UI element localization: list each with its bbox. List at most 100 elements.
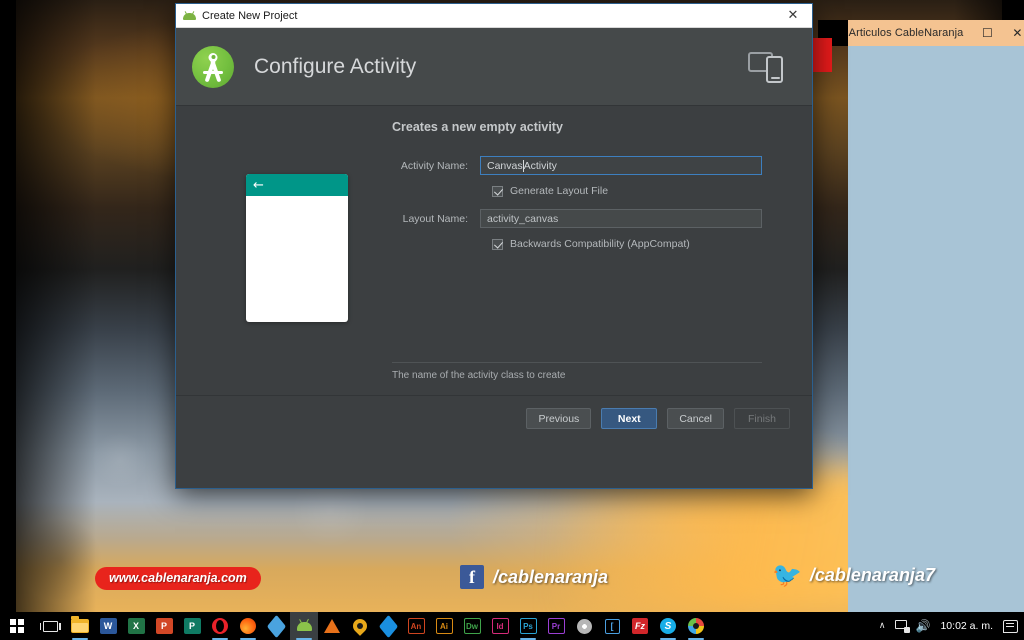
notepad-app-icon-glyph: [ [604, 618, 620, 634]
adobe-premiere-icon-glyph: Pr [547, 618, 565, 634]
dropbox-icon[interactable] [374, 612, 402, 640]
android-studio-logo [192, 45, 234, 88]
backwards-compatibility-row[interactable]: Backwards Compatibility (AppCompat) [492, 238, 762, 250]
twitter-bird-icon: 🐦 [772, 561, 802, 589]
background-window-title: Articulos CableNaranja [848, 27, 964, 39]
activity-name-value-after-caret: Activity [523, 159, 557, 172]
activity-name-input[interactable]: Canvas Activity [480, 156, 762, 175]
generate-layout-checkbox[interactable] [492, 185, 503, 197]
volume-icon[interactable]: 🔊 [916, 619, 931, 633]
desktop-screen: Articulos CableNaranja ☐ ✕ Create New Pr… [0, 0, 1024, 640]
taskbar: W X P P An Ai Dw Id Ps Pr[Fz S ∧ 🔊 10:02 a. m. [0, 612, 1024, 640]
form-heading: Creates a new empty activity [392, 120, 563, 134]
twitter-handle: /cablenaranja7 [809, 564, 935, 585]
start-button[interactable] [0, 612, 34, 640]
activity-name-row: Activity Name: Canvas Activity [392, 156, 762, 175]
skype-icon-glyph: S [660, 618, 676, 634]
generate-layout-row[interactable]: Generate Layout File [492, 185, 762, 197]
chrome-gray-icon-glyph [576, 618, 592, 634]
file-explorer-icon[interactable] [66, 612, 94, 640]
page-title: Configure Activity [254, 54, 417, 78]
twitter-watermark: 🐦 /cablenaranja7 [772, 563, 935, 587]
show-hidden-icons-chevron[interactable]: ∧ [876, 621, 889, 631]
generate-layout-label: Generate Layout File [510, 185, 609, 197]
adobe-premiere-icon[interactable]: Pr [542, 612, 570, 640]
configure-activity-form: Creates a new empty activity Activity Na… [392, 120, 762, 262]
adobe-dreamweaver-icon[interactable]: Dw [458, 612, 486, 640]
facebook-handle: /cablenaranja [493, 566, 609, 587]
activity-preview: ← [246, 174, 348, 322]
hint-text: The name of the activity class to create [392, 370, 566, 381]
filezilla-icon[interactable]: Fz [626, 612, 654, 640]
activity-name-value-before-caret: Canvas [487, 159, 523, 172]
dialog-titlebar[interactable]: Create New Project ✕ [176, 4, 812, 28]
adobe-indesign-icon-glyph: Id [491, 618, 509, 634]
adobe-animate-icon[interactable]: An [402, 612, 430, 640]
filezilla-icon-glyph: Fz [632, 618, 648, 634]
backwards-compatibility-label: Backwards Compatibility (AppCompat) [510, 238, 690, 250]
task-view-button[interactable] [34, 612, 66, 640]
cube-app-icon-glyph [266, 614, 286, 638]
adobe-indesign-icon[interactable]: Id [486, 612, 514, 640]
powerpoint-icon-glyph: P [155, 618, 173, 634]
word-icon[interactable]: W [94, 612, 122, 640]
layout-name-input[interactable]: activity_canvas [480, 209, 762, 228]
dialog-header: Configure Activity [176, 28, 812, 106]
windows-logo-icon [10, 619, 24, 633]
chrome-gray-icon[interactable] [570, 612, 598, 640]
back-arrow-icon: ← [253, 177, 264, 193]
facebook-watermark: f /cablenaranja [460, 565, 608, 589]
dialog-footer: Previous Next Cancel Finish [176, 395, 812, 441]
screen-left-letterbox [0, 0, 16, 612]
create-new-project-dialog: Create New Project ✕ Configure Activity … [175, 3, 813, 489]
cube-app-icon[interactable] [262, 612, 290, 640]
paint-icon[interactable] [682, 612, 710, 640]
layout-name-label: Layout Name: [402, 212, 468, 225]
adobe-illustrator-icon[interactable]: Ai [430, 612, 458, 640]
dialog-title: Create New Project [202, 9, 298, 22]
opera-icon-glyph [212, 618, 228, 634]
android-studio-icon-glyph [296, 621, 312, 631]
paint-icon-glyph [688, 618, 704, 634]
taskbar-app-list: W X P P An Ai Dw Id Ps Pr[Fz S [66, 612, 710, 640]
cancel-button[interactable]: Cancel [667, 408, 724, 429]
next-button[interactable]: Next [601, 408, 658, 429]
excel-icon[interactable]: X [122, 612, 150, 640]
background-window-titlebar[interactable]: Articulos CableNaranja ☐ ✕ [848, 20, 1024, 46]
adobe-animate-icon-glyph: An [407, 618, 425, 634]
task-view-icon [39, 620, 61, 632]
website-watermark: www.cablenaranja.com [95, 567, 261, 590]
word-icon-glyph: W [99, 618, 117, 634]
skype-icon[interactable]: S [654, 612, 682, 640]
network-icon[interactable] [894, 619, 910, 633]
background-window[interactable]: Articulos CableNaranja ☐ ✕ [808, 20, 1024, 612]
notepad-app-icon[interactable]: [ [598, 612, 626, 640]
firefox-icon[interactable] [234, 612, 262, 640]
utorrent-icon[interactable] [346, 612, 374, 640]
opera-icon[interactable] [206, 612, 234, 640]
close-icon[interactable]: ✕ [774, 4, 812, 27]
android-studio-icon[interactable] [290, 612, 318, 640]
vlc-icon[interactable] [318, 612, 346, 640]
publisher-icon[interactable]: P [178, 612, 206, 640]
vlc-icon-glyph [324, 619, 340, 633]
notifications-icon[interactable] [1003, 619, 1018, 633]
powerpoint-icon[interactable]: P [150, 612, 178, 640]
layout-name-row: Layout Name: activity_canvas [392, 209, 762, 228]
hint-separator [392, 362, 762, 363]
close-icon[interactable]: ✕ [1011, 27, 1023, 39]
clock[interactable]: 10:02 a. m. [936, 620, 997, 632]
excel-icon-glyph: X [127, 618, 145, 634]
file-explorer-icon-glyph [71, 616, 89, 633]
backwards-compatibility-checkbox[interactable] [492, 238, 503, 250]
adobe-photoshop-icon[interactable]: Ps [514, 612, 542, 640]
previous-button[interactable]: Previous [526, 408, 592, 429]
maximize-icon[interactable]: ☐ [981, 27, 993, 39]
firefox-icon-glyph [240, 618, 256, 634]
background-window-body [848, 46, 1024, 612]
activity-name-label: Activity Name: [400, 159, 468, 172]
adobe-dreamweaver-icon-glyph: Dw [463, 618, 481, 634]
adobe-photoshop-icon-glyph: Ps [519, 618, 537, 634]
dialog-body: ← Creates a new empty activity Activity … [176, 106, 812, 441]
system-tray: ∧ 🔊 10:02 a. m. [876, 612, 1024, 640]
